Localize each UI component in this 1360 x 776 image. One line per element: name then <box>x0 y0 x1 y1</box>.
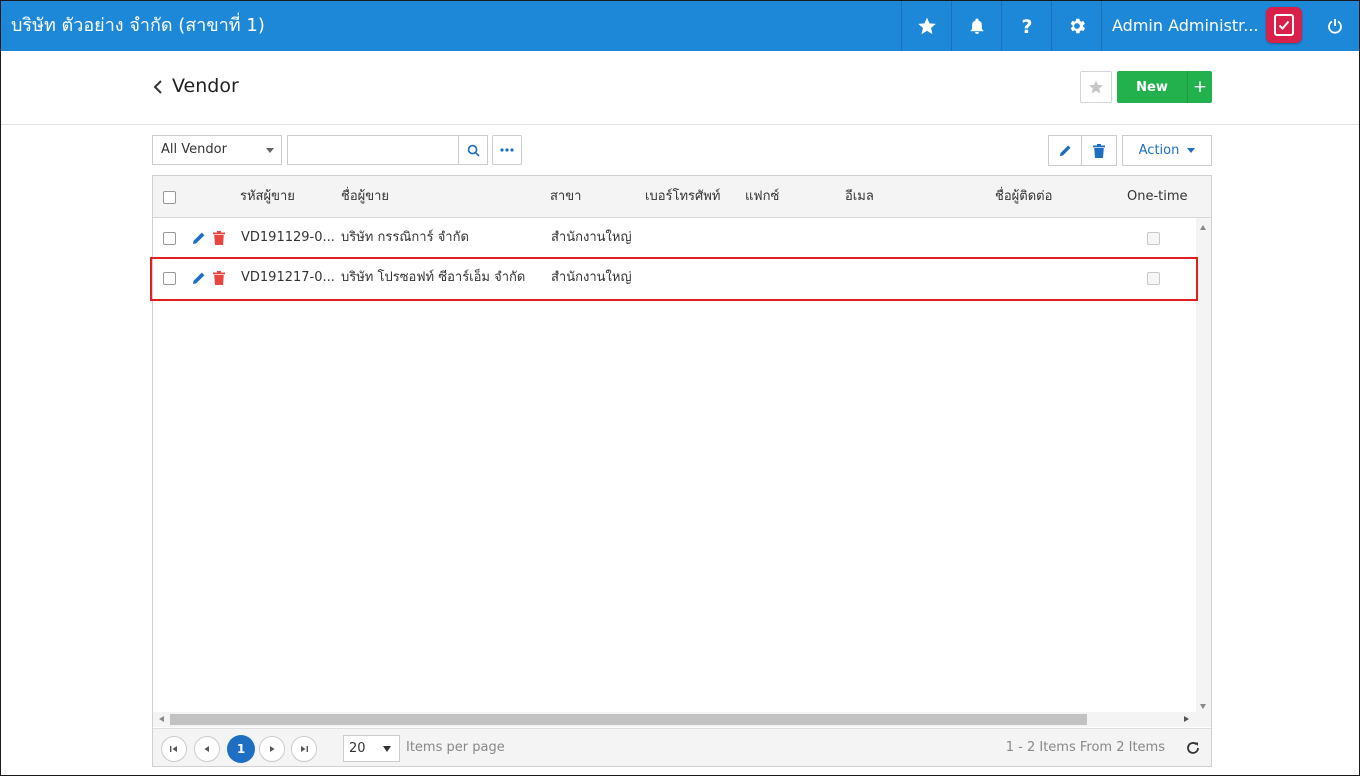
new-dropdown-button[interactable]: + <box>1187 71 1212 103</box>
first-page-button[interactable] <box>161 736 187 762</box>
check-icon <box>1274 14 1294 36</box>
action-dropdown-button[interactable]: Action <box>1122 135 1212 166</box>
column-header-contact[interactable]: ชื่อผู้ติดต่อ <box>995 176 1052 218</box>
user-menu[interactable]: Admin Administr... <box>1101 1 1311 51</box>
prev-page-button[interactable] <box>194 736 220 762</box>
horizontal-scrollbar[interactable] <box>153 712 1211 727</box>
next-page-icon <box>270 746 275 752</box>
column-header-one-time[interactable]: One-time <box>1127 176 1188 218</box>
pencil-icon <box>1059 145 1071 157</box>
trash-icon[interactable] <box>212 231 226 245</box>
scroll-up-icon[interactable] <box>1200 225 1206 230</box>
column-header-name[interactable]: ชื่อผู้ขาย <box>341 176 389 218</box>
next-page-button[interactable] <box>259 736 285 762</box>
one-time-checkbox <box>1147 272 1160 285</box>
row-checkbox[interactable] <box>163 232 176 245</box>
column-header-code[interactable]: รหัสผู้ขาย <box>240 176 295 218</box>
grid-header: รหัสผู้ขาย ชื่อผู้ขาย สาขา เบอร์โทรศัพท์… <box>153 176 1211 218</box>
search-icon <box>467 144 480 157</box>
help-icon: ? <box>1021 16 1032 36</box>
help-button[interactable]: ? <box>1001 1 1051 51</box>
one-time-checkbox <box>1147 232 1160 245</box>
search-button[interactable] <box>458 135 488 165</box>
scroll-right-icon[interactable] <box>1184 716 1189 722</box>
caret-down-icon <box>266 148 274 153</box>
settings-button[interactable] <box>1051 1 1101 51</box>
last-page-button[interactable] <box>291 736 317 762</box>
vendor-branch: สำนักงานใหญ่ <box>551 270 632 285</box>
vendor-grid: รหัสผู้ขาย ชื่อผู้ขาย สาขา เบอร์โทรศัพท์… <box>152 175 1212 767</box>
star-icon <box>917 17 936 35</box>
more-options-button[interactable] <box>492 135 522 165</box>
delete-button[interactable] <box>1082 135 1117 166</box>
vertical-scrollbar[interactable] <box>1196 218 1211 714</box>
vendor-code: VD191217-0... <box>241 270 335 285</box>
items-per-page-label: Items per page <box>406 740 505 755</box>
scroll-down-icon[interactable] <box>1200 704 1206 709</box>
trash-icon[interactable] <box>212 271 226 285</box>
user-name: Admin Administr... <box>1112 16 1259 35</box>
scrollbar-thumb[interactable] <box>170 714 1087 725</box>
vendor-filter-select[interactable]: All Vendor <box>152 135 282 165</box>
pager: 1 20 Items per page 1 - 2 Items From 2 I… <box>153 728 1211 766</box>
select-all-checkbox[interactable] <box>163 191 176 204</box>
power-icon <box>1328 19 1342 34</box>
action-label: Action <box>1138 143 1180 158</box>
new-button[interactable]: New <box>1117 71 1187 103</box>
scroll-left-icon[interactable] <box>159 716 164 722</box>
logout-button[interactable] <box>1311 1 1359 51</box>
page-size-select[interactable]: 20 <box>343 735 400 762</box>
ellipsis-icon <box>500 148 514 152</box>
refresh-icon[interactable] <box>1185 740 1201 756</box>
first-page-icon <box>170 746 177 752</box>
vendor-filter-value: All Vendor <box>161 142 227 157</box>
top-bar: บริษัท ตัวอย่าง จำกัด (สาขาที่ 1) ? Admi… <box>1 1 1359 51</box>
current-page-button[interactable]: 1 <box>227 735 255 763</box>
column-header-email[interactable]: อีเมล <box>845 176 874 218</box>
avatar[interactable] <box>1266 7 1302 43</box>
vendor-name: บริษัท โปรซอฟท์ ซีอาร์เอ็ม จำกัด <box>341 270 526 285</box>
prev-page-icon <box>204 746 209 752</box>
table-row[interactable]: VD191129-0... บริษัท กรรณิการ์ จำกัด สำน… <box>153 218 1196 258</box>
column-header-fax[interactable]: แฟกซ์ <box>745 176 779 218</box>
page-size-value: 20 <box>349 741 366 756</box>
notifications-button[interactable] <box>951 1 1001 51</box>
search-input[interactable] <box>287 135 459 165</box>
column-header-phone[interactable]: เบอร์โทรศัพท์ <box>645 176 720 218</box>
pencil-icon[interactable] <box>192 271 206 285</box>
items-summary: 1 - 2 Items From 2 Items <box>1005 740 1165 755</box>
vendor-branch: สำนักงานใหญ่ <box>551 230 632 245</box>
last-page-icon <box>301 746 308 752</box>
bell-icon <box>970 18 983 34</box>
favorites-button[interactable] <box>901 1 951 51</box>
app-title: บริษัท ตัวอย่าง จำกัด (สาขาที่ 1) <box>11 15 265 36</box>
star-icon <box>1089 80 1103 94</box>
table-row[interactable]: VD191217-0... บริษัท โปรซอฟท์ ซีอาร์เอ็ม… <box>153 258 1196 298</box>
trash-icon <box>1093 143 1105 158</box>
back-chevron-icon[interactable] <box>151 78 165 96</box>
vendor-code: VD191129-0... <box>241 230 335 245</box>
gear-icon <box>1070 18 1085 34</box>
edit-button[interactable] <box>1048 135 1082 166</box>
caret-down-icon <box>383 746 391 752</box>
page-title: Vendor <box>172 75 239 97</box>
row-checkbox[interactable] <box>163 272 176 285</box>
pencil-icon[interactable] <box>192 231 206 245</box>
page-header: Vendor New + <box>1 51 1359 125</box>
column-header-branch[interactable]: สาขา <box>550 176 581 218</box>
vendor-name: บริษัท กรรณิการ์ จำกัด <box>341 230 469 245</box>
caret-down-icon <box>1187 148 1196 153</box>
svg-text:?: ? <box>1021 16 1032 36</box>
add-favorite-button[interactable] <box>1080 71 1112 103</box>
